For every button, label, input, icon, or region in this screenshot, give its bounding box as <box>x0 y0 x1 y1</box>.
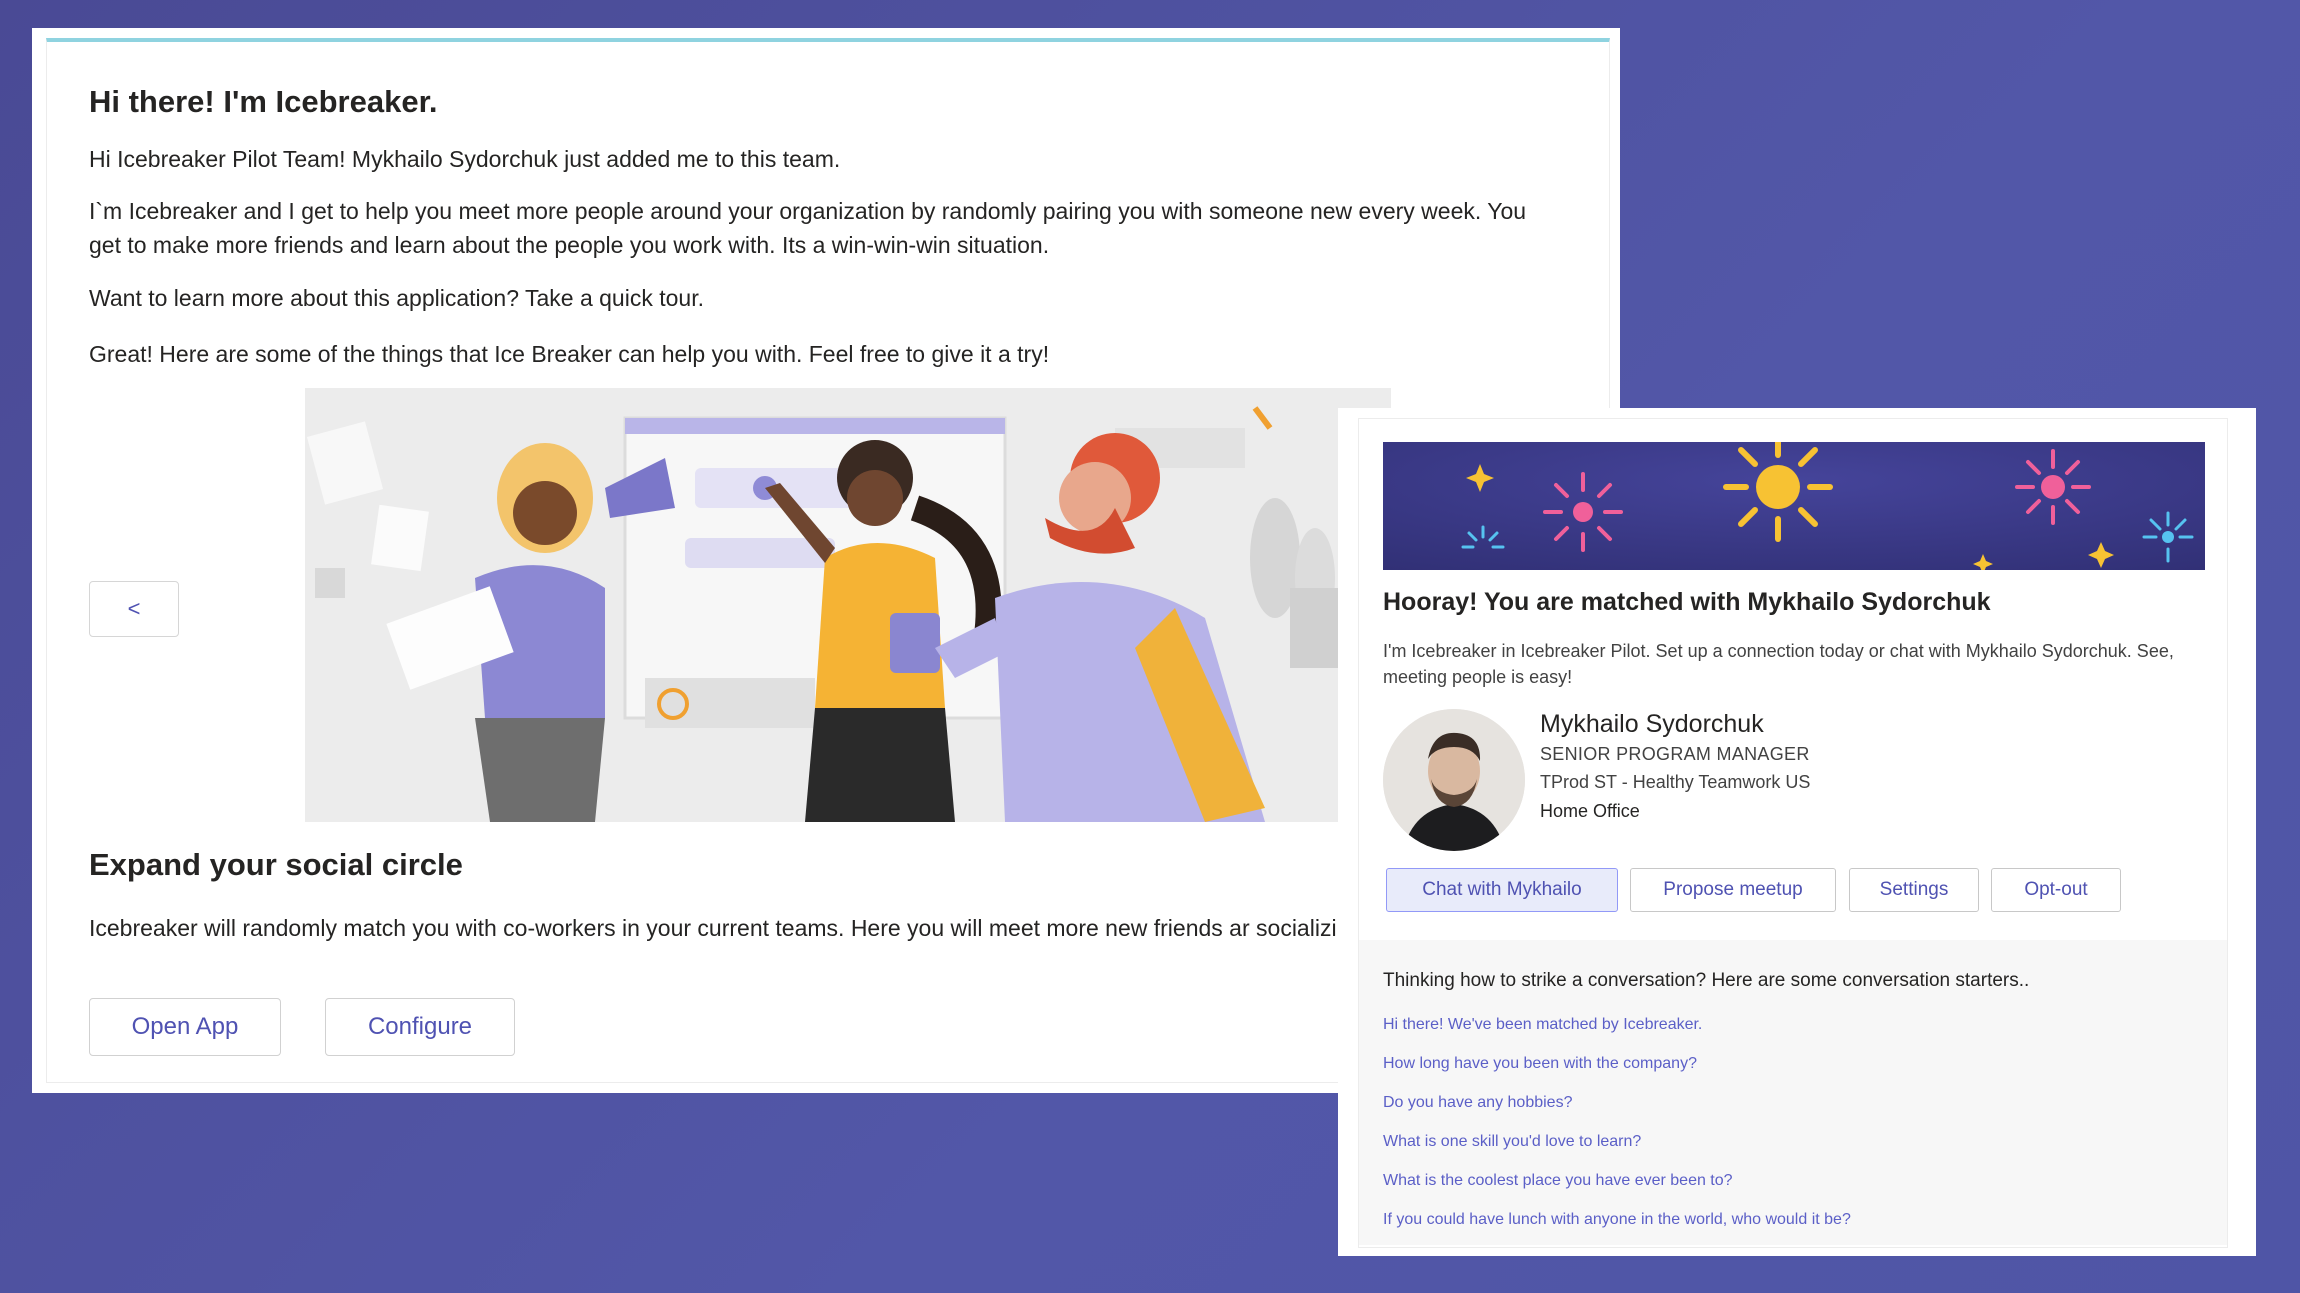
welcome-intro-text: Hi Icebreaker Pilot Team! Mykhailo Sydor… <box>89 146 841 172</box>
fireworks-banner <box>1383 442 2205 570</box>
starter-link[interactable]: Hi there! We've been matched by Icebreak… <box>1383 1016 1702 1034</box>
section-title: Expand your social circle <box>89 847 463 882</box>
team-illustration-graphic <box>305 388 1391 822</box>
carousel-prev-button[interactable]: < <box>89 581 179 637</box>
opt-out-button[interactable]: Opt-out <box>1991 868 2121 912</box>
section-body-text: Icebreaker will randomly match you with … <box>89 915 1369 941</box>
propose-meetup-button[interactable]: Propose meetup <box>1630 868 1836 912</box>
avatar-photo <box>1383 709 1525 851</box>
settings-button[interactable]: Settings <box>1849 868 1979 912</box>
starter-link[interactable]: How long have you been with the company? <box>1383 1055 1697 1073</box>
open-app-button[interactable]: Open App <box>89 998 281 1056</box>
starter-link[interactable]: If you could have lunch with anyone in t… <box>1383 1211 1851 1229</box>
team-illustration <box>305 388 1391 822</box>
starters-title: Thinking how to strike a conversation? H… <box>1383 970 2030 991</box>
starter-link[interactable]: What is the coolest place you have ever … <box>1383 1172 1733 1190</box>
conversation-starters-panel: Thinking how to strike a conversation? H… <box>1359 940 2227 1245</box>
match-card: Hooray! You are matched with Mykhailo Sy… <box>1338 408 2256 1256</box>
match-description: I'm Icebreaker in Icebreaker Pilot. Set … <box>1383 641 2174 687</box>
person-name: Mykhailo Sydorchuk <box>1540 710 1764 738</box>
welcome-tour-text: Want to learn more about this applicatio… <box>89 285 704 311</box>
person-title: SENIOR PROGRAM MANAGER <box>1540 744 1810 764</box>
starter-link[interactable]: What is one skill you'd love to learn? <box>1383 1133 1641 1151</box>
configure-button[interactable]: Configure <box>325 998 515 1056</box>
welcome-description-text: I`m Icebreaker and I get to help you mee… <box>89 198 1527 258</box>
person-team: TProd ST - Healthy Teamwork US <box>1540 772 1811 792</box>
person-location: Home Office <box>1540 801 1640 821</box>
welcome-title: Hi there! I'm Icebreaker. <box>89 84 438 119</box>
welcome-help-text: Great! Here are some of the things that … <box>89 341 1050 367</box>
starter-link[interactable]: Do you have any hobbies? <box>1383 1094 1572 1112</box>
match-title: Hooray! You are matched with Mykhailo Sy… <box>1383 588 1991 616</box>
avatar <box>1383 709 1525 851</box>
chat-button[interactable]: Chat with Mykhailo <box>1386 868 1618 912</box>
fireworks-graphic <box>1383 442 2205 570</box>
